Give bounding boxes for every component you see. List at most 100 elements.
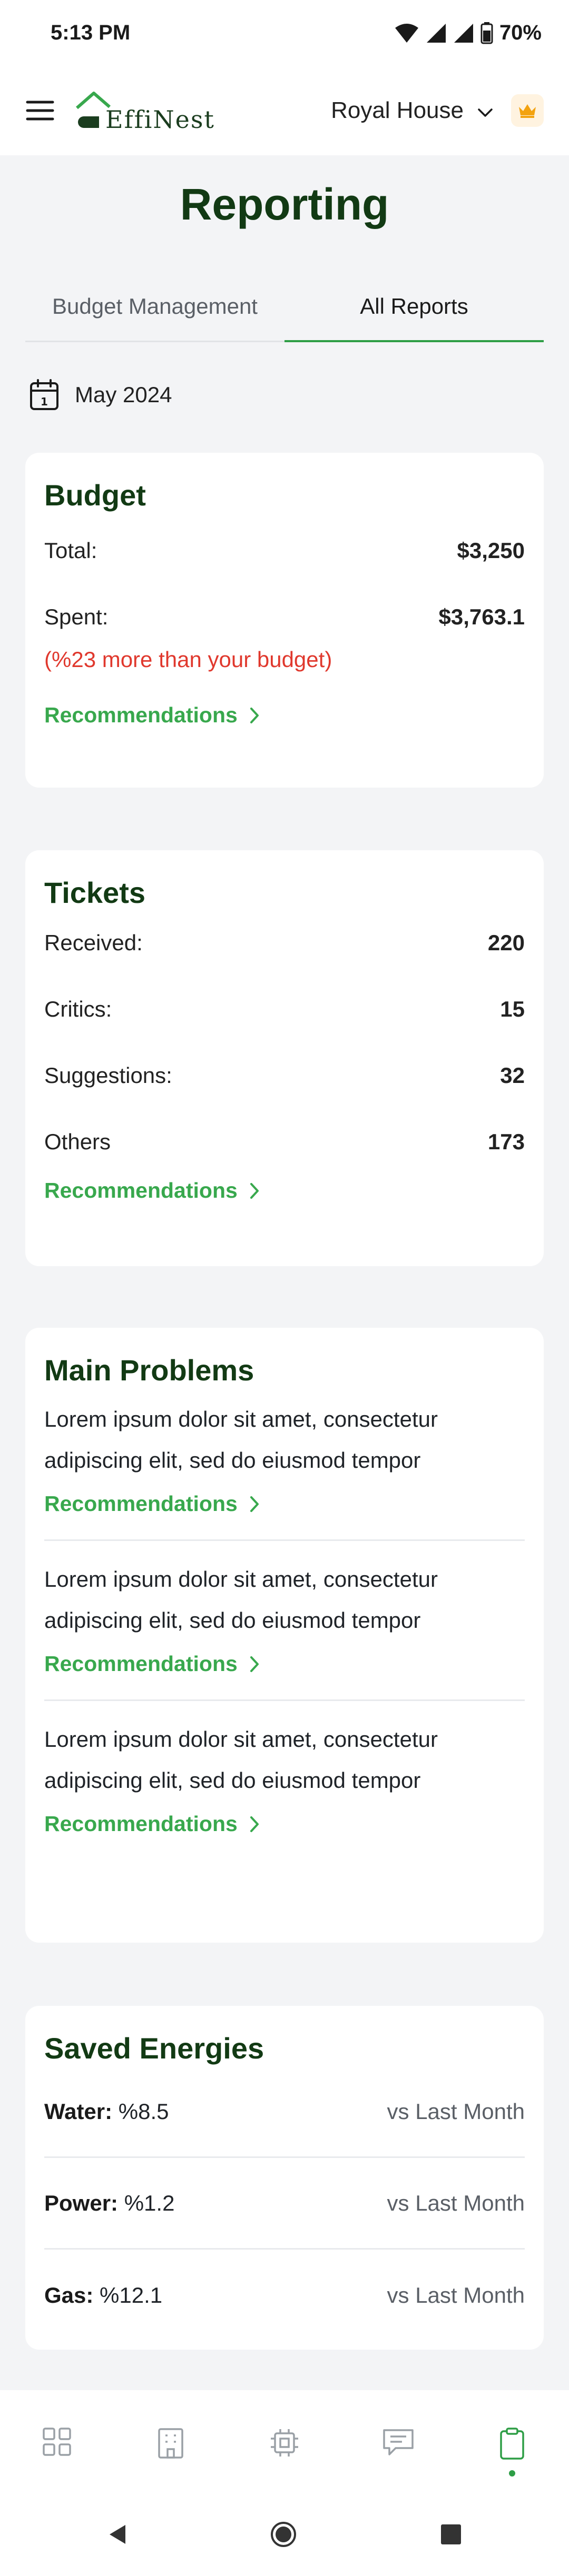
report-tabs: Budget Management All Reports bbox=[25, 284, 544, 342]
budget-total-label: Total: bbox=[44, 538, 97, 563]
energy-compare: vs Last Month bbox=[387, 2098, 525, 2124]
signal-icon-2 bbox=[453, 23, 474, 44]
problem-text: Lorem ipsum dolor sit amet, consectetur … bbox=[44, 1567, 438, 1633]
energy-label: Gas: bbox=[44, 2283, 94, 2308]
main-problems-card: Main Problems Lorem ipsum dolor sit amet… bbox=[25, 1328, 544, 1943]
calendar-icon: 1 bbox=[30, 379, 58, 410]
budget-title: Budget bbox=[44, 479, 146, 512]
nav-devices[interactable] bbox=[253, 2427, 316, 2459]
building-icon bbox=[158, 2428, 183, 2459]
status-time: 5:13 PM bbox=[51, 21, 131, 44]
home-icon[interactable] bbox=[270, 2521, 297, 2551]
budget-card: Budget Total: $3,250 Spent: $3,763.1 (%2… bbox=[25, 453, 544, 788]
energy-value: %12.1 bbox=[100, 2283, 163, 2308]
svg-text:1: 1 bbox=[41, 395, 48, 408]
problem-recommendations-link[interactable]: Recommendations bbox=[44, 1652, 525, 1676]
chevron-down-icon bbox=[477, 97, 493, 124]
battery-percent: 70% bbox=[499, 21, 542, 44]
energy-row-power: Power: %1.2 vs Last Month bbox=[44, 2158, 525, 2250]
energy-label: Power: bbox=[44, 2190, 119, 2215]
period-selector[interactable]: 1 May 2024 bbox=[30, 376, 172, 413]
tickets-recommendations-link[interactable]: Recommendations bbox=[44, 1178, 525, 1203]
tickets-critics-value: 15 bbox=[500, 997, 525, 1021]
tickets-received-value: 220 bbox=[487, 930, 525, 955]
back-icon[interactable] bbox=[106, 2523, 127, 2549]
tab-all-reports[interactable]: All Reports bbox=[284, 284, 544, 342]
budget-total-value: $3,250 bbox=[457, 538, 525, 563]
organization-select[interactable]: Royal House bbox=[331, 97, 493, 124]
energy-compare: vs Last Month bbox=[387, 2283, 525, 2308]
energy-value: %8.5 bbox=[118, 2098, 169, 2124]
problem-item: Lorem ipsum dolor sit amet, consectetur … bbox=[44, 1719, 525, 1859]
energy-list: Water: %8.5 vs Last Month Power: %1.2 vs… bbox=[44, 2066, 525, 2341]
problem-text: Lorem ipsum dolor sit amet, consectetur … bbox=[44, 1407, 438, 1473]
dashboard-grid-icon bbox=[43, 2428, 71, 2456]
recommendations-label: Recommendations bbox=[44, 703, 238, 727]
problem-text: Lorem ipsum dolor sit amet, consectetur … bbox=[44, 1727, 438, 1793]
page-title: Reporting bbox=[180, 180, 389, 229]
nav-buildings[interactable] bbox=[139, 2427, 202, 2459]
tickets-card: Tickets Received: 220 Critics: 15 Sugges… bbox=[25, 850, 544, 1266]
tickets-others-row: Others 173 bbox=[44, 1109, 525, 1175]
recommendations-label: Recommendations bbox=[44, 1812, 238, 1836]
recommendations-label: Recommendations bbox=[44, 1178, 238, 1202]
budget-spent-label: Spent: bbox=[44, 604, 109, 629]
signal-icon bbox=[426, 23, 447, 44]
recommendations-label: Recommendations bbox=[44, 1491, 238, 1516]
system-navigation-bar bbox=[0, 2495, 569, 2576]
saved-energies-title: Saved Energies bbox=[44, 2032, 264, 2065]
nav-dashboard[interactable] bbox=[25, 2427, 89, 2456]
budget-overrun-warning: (%23 more than your budget) bbox=[44, 647, 332, 672]
nav-reports[interactable] bbox=[480, 2427, 544, 2476]
crown-icon bbox=[519, 104, 536, 118]
premium-crown-button[interactable] bbox=[511, 94, 544, 127]
status-bar: 5:13 PM 70% bbox=[0, 0, 569, 66]
tickets-suggestions-label: Suggestions: bbox=[44, 1063, 172, 1088]
chip-icon bbox=[271, 2429, 298, 2456]
budget-total-row: Total: $3,250 bbox=[44, 518, 525, 584]
chevron-right-icon bbox=[250, 1496, 259, 1512]
energy-label: Water: bbox=[44, 2098, 113, 2124]
recents-icon[interactable] bbox=[439, 2523, 463, 2549]
budget-recommendations-link[interactable]: Recommendations bbox=[44, 703, 525, 728]
problem-recommendations-link[interactable]: Recommendations bbox=[44, 1812, 525, 1836]
period-label: May 2024 bbox=[75, 382, 172, 407]
status-icons: 70% bbox=[394, 21, 542, 45]
hamburger-menu-icon[interactable] bbox=[25, 95, 57, 126]
chevron-right-icon bbox=[250, 707, 259, 723]
tickets-suggestions-row: Suggestions: 32 bbox=[44, 1042, 525, 1109]
brand-logo[interactable]: EffiNest bbox=[74, 82, 215, 140]
budget-spent-row: Spent: $3,763.1 bbox=[44, 584, 525, 650]
tickets-suggestions-value: 32 bbox=[500, 1063, 525, 1088]
chevron-right-icon bbox=[250, 1656, 259, 1672]
main-problems-title: Main Problems bbox=[44, 1354, 254, 1387]
message-icon bbox=[383, 2429, 414, 2455]
tickets-others-value: 173 bbox=[487, 1129, 525, 1154]
energy-value: %1.2 bbox=[124, 2190, 175, 2215]
tickets-critics-row: Critics: 15 bbox=[44, 976, 525, 1042]
battery-icon bbox=[480, 22, 493, 44]
energy-row-gas: Gas: %12.1 vs Last Month bbox=[44, 2250, 525, 2341]
chevron-right-icon bbox=[250, 1816, 259, 1832]
tab-budget-management[interactable]: Budget Management bbox=[25, 284, 284, 341]
chevron-right-icon bbox=[250, 1182, 259, 1199]
problem-item: Lorem ipsum dolor sit amet, consectetur … bbox=[44, 1559, 525, 1701]
brand-name: EffiNest bbox=[105, 105, 215, 134]
tickets-critics-label: Critics: bbox=[44, 997, 112, 1021]
tickets-title: Tickets bbox=[44, 876, 145, 909]
energy-row-water: Water: %8.5 vs Last Month bbox=[44, 2066, 525, 2158]
saved-energies-card: Saved Energies Water: %8.5 vs Last Month… bbox=[25, 2006, 544, 2350]
tickets-received-row: Received: 220 bbox=[44, 910, 525, 976]
problem-item: Lorem ipsum dolor sit amet, consectetur … bbox=[44, 1399, 525, 1541]
budget-spent-value: $3,763.1 bbox=[438, 604, 525, 629]
bottom-navigation bbox=[0, 2390, 569, 2495]
clipboard-icon bbox=[500, 2428, 524, 2460]
energy-compare: vs Last Month bbox=[387, 2190, 525, 2215]
tickets-others-label: Others bbox=[44, 1129, 111, 1154]
wifi-icon bbox=[394, 23, 419, 44]
recommendations-label: Recommendations bbox=[44, 1652, 238, 1676]
tickets-received-label: Received: bbox=[44, 930, 143, 955]
nav-messages[interactable] bbox=[367, 2427, 430, 2456]
problem-recommendations-link[interactable]: Recommendations bbox=[44, 1491, 525, 1516]
organization-name: Royal House bbox=[331, 97, 464, 123]
